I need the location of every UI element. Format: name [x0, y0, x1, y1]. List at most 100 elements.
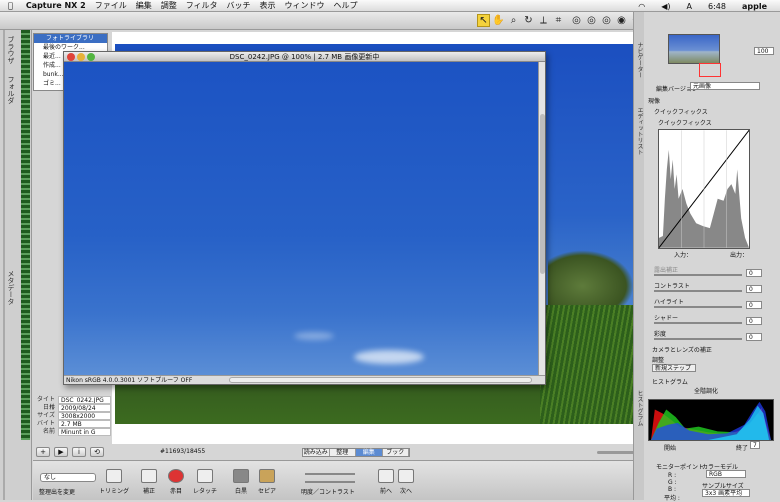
crop-button[interactable]: トリミング: [99, 469, 129, 495]
background-rice-field: [540, 305, 634, 424]
sample-size-select[interactable]: 3x3 画素平均: [702, 489, 750, 497]
adjust-section[interactable]: 調整: [652, 355, 664, 364]
image-status-bar: Nikon sRGB 4.0.0.3001 ソフトプルーフ OFF: [64, 375, 545, 384]
rgb-label: R :: [668, 472, 677, 479]
contrast-slider-right[interactable]: [654, 290, 742, 292]
navigator-viewbox[interactable]: [699, 63, 721, 77]
straighten-tool-icon[interactable]: ⟂: [537, 14, 550, 27]
input-menu-icon[interactable]: A: [687, 2, 692, 11]
thumbnail-size-slider[interactable]: [597, 451, 637, 454]
version-select[interactable]: 元画像: [690, 82, 760, 90]
direct-select-tool-icon[interactable]: ↖: [477, 14, 490, 27]
add-button[interactable]: +: [36, 447, 50, 457]
navigator-thumbnail[interactable]: [668, 34, 721, 77]
correct-button[interactable]: 補正: [141, 469, 157, 495]
info-button[interactable]: i: [72, 447, 86, 457]
horizontal-scrollbar[interactable]: [229, 377, 532, 383]
control-point-neutral-icon[interactable]: ◎: [585, 14, 598, 27]
contrast-field[interactable]: 0: [746, 285, 762, 293]
volume-icon[interactable]: ◀): [661, 2, 670, 11]
histogram-title[interactable]: ヒストグラム: [652, 377, 688, 386]
exposure-slider[interactable]: [654, 274, 742, 276]
app-menu[interactable]: Capture NX 2: [26, 1, 86, 10]
change-output-label[interactable]: 整理出を変更: [39, 487, 75, 496]
minimize-window-icon[interactable]: [77, 53, 85, 61]
menu-file[interactable]: ファイル: [95, 0, 127, 11]
zoom-tool-icon[interactable]: ⌕: [507, 14, 520, 27]
info-row: 名前 Minunt in G: [33, 428, 111, 436]
menu-window[interactable]: ウィンドウ: [285, 0, 325, 11]
menu-view[interactable]: 表示: [260, 0, 276, 11]
wifi-icon[interactable]: ◠: [638, 2, 645, 11]
tab-edit-list[interactable]: エディットリスト: [635, 107, 644, 155]
prev-button[interactable]: 前へ: [378, 469, 394, 495]
retouch-button[interactable]: レタッチ: [193, 469, 217, 495]
tab-histogram[interactable]: ヒストグラム: [635, 390, 644, 426]
quickfix-title[interactable]: クイックフィックス: [654, 107, 708, 116]
bottom-toolbar: なし 整理出を変更 トリミング 補正 赤目 レタッチ 白黒 セピア 明度／コント…: [33, 460, 633, 500]
workspace-tabs: 読み込み 整理 編集 ブック: [302, 448, 410, 457]
menu-edit[interactable]: 編集: [136, 0, 152, 11]
control-point-black-icon[interactable]: ◎: [570, 14, 583, 27]
image-canvas[interactable]: [64, 62, 540, 377]
highlight-slider[interactable]: [654, 306, 742, 308]
contrast-slider[interactable]: [305, 481, 355, 483]
shadow-slider[interactable]: [654, 322, 742, 324]
saturation-field[interactable]: 0: [746, 333, 762, 341]
tab-edit[interactable]: 編集: [356, 449, 383, 456]
sepia-button[interactable]: セピア: [258, 469, 276, 495]
levels-histogram[interactable]: [658, 129, 750, 249]
menu-adjust[interactable]: 調整: [161, 0, 177, 11]
zoom-window-icon[interactable]: [87, 53, 95, 61]
vertical-scrollbar[interactable]: [538, 62, 545, 377]
scroll-thumb[interactable]: [540, 114, 545, 274]
histogram-checkbox[interactable]: 全階調化: [694, 386, 718, 395]
next-button[interactable]: 次へ: [398, 469, 414, 495]
rotate-tool-icon[interactable]: ↻: [522, 14, 535, 27]
exposure-field[interactable]: 0: [746, 269, 762, 277]
image-window-title[interactable]: DSC_0242.JPG @ 100% | 2.7 MB 画像更新中: [64, 52, 545, 62]
end-label: 終了: [736, 445, 749, 452]
camera-lens-section[interactable]: カメラとレンズの補正: [652, 345, 712, 354]
crop-tool-icon[interactable]: ⌗: [552, 14, 565, 27]
loop-button[interactable]: ⟲: [90, 447, 104, 457]
tab-organize[interactable]: 整理: [329, 449, 356, 456]
color-profile-status[interactable]: Nikon sRGB 4.0.0.3001 ソフトプルーフ OFF: [66, 377, 192, 384]
menu-batch[interactable]: バッチ: [227, 0, 251, 11]
shadow-field[interactable]: 0: [746, 317, 762, 325]
menu-bar:  Capture NX 2 ファイル 編集 調整 フィルタ バッチ 表示 ウィ…: [0, 0, 780, 12]
user-name[interactable]: apple: [742, 2, 767, 11]
highlight-field[interactable]: 0: [746, 301, 762, 309]
hand-tool-icon[interactable]: ✋: [492, 14, 505, 27]
red-eye-button[interactable]: 赤目: [168, 469, 184, 495]
brightness-slider[interactable]: [305, 473, 355, 475]
black-white-button[interactable]: 白黒: [233, 469, 249, 495]
folder-tree-header[interactable]: フォトライブラリ: [34, 34, 107, 43]
filmstrip-bar[interactable]: [21, 30, 30, 440]
tab-book[interactable]: ブック: [382, 449, 409, 456]
menu-help[interactable]: ヘルプ: [334, 0, 358, 11]
tool-bar: ↖ ✋ ⌕ ↻ ⟂ ⌗ ◎ ◎ ◎ ◉ 👁 ✎ ✐ ◌ ▭ ▤ ▣ ☐: [0, 12, 748, 30]
saturation-slider[interactable]: [654, 338, 742, 340]
color-control-point-icon[interactable]: ◉: [615, 14, 628, 27]
cloud: [354, 350, 424, 364]
new-step-button[interactable]: 新規ステップ: [652, 364, 696, 372]
output-select[interactable]: なし: [40, 473, 96, 482]
tab-browser[interactable]: ブラウザ: [6, 36, 16, 64]
apple-menu-icon[interactable]: : [8, 1, 13, 10]
close-window-icon[interactable]: [67, 53, 75, 61]
section-develop[interactable]: 現像: [648, 96, 660, 105]
monitor-point-title[interactable]: モニターポイント: [656, 462, 704, 471]
rgb-label: G :: [668, 479, 677, 486]
tab-navigator[interactable]: ナビゲーター: [635, 42, 644, 78]
menu-filter[interactable]: フィルタ: [186, 0, 218, 11]
tab-metadata[interactable]: メタデータ: [6, 270, 16, 305]
tab-import[interactable]: 読み込み: [303, 449, 330, 456]
end-field[interactable]: 7: [750, 441, 760, 449]
zoom-field[interactable]: 100: [754, 47, 774, 55]
tab-folder[interactable]: フォルダ: [6, 76, 16, 104]
play-button[interactable]: ▶: [54, 447, 68, 457]
control-point-white-icon[interactable]: ◎: [600, 14, 613, 27]
clock[interactable]: 6:48: [708, 2, 726, 11]
color-model-select[interactable]: RGB: [706, 470, 746, 478]
